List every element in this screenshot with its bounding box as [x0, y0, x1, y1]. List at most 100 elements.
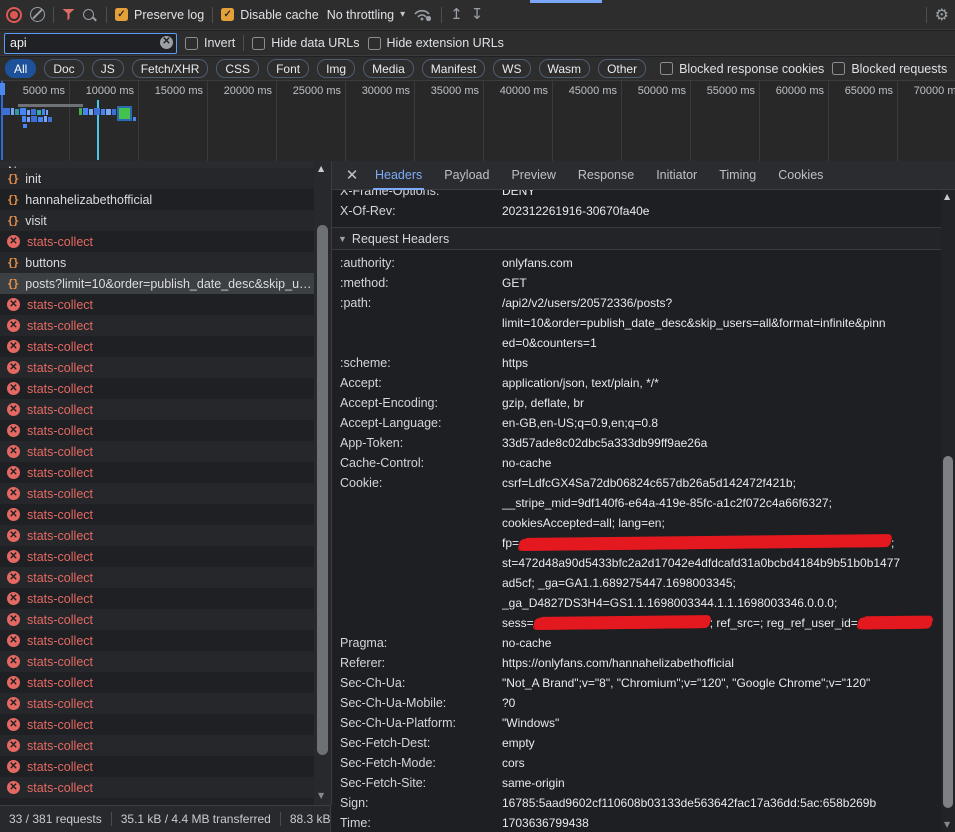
- request-row[interactable]: ✕stats-collect: [0, 315, 315, 336]
- network-overview-timeline[interactable]: 5000 ms10000 ms15000 ms20000 ms25000 ms3…: [0, 81, 955, 162]
- tab-preview[interactable]: Preview: [500, 161, 566, 190]
- record-button[interactable]: [6, 7, 22, 23]
- header-row: :authority:onlyfans.com: [332, 253, 945, 273]
- request-row[interactable]: ✕stats-collect: [0, 336, 315, 357]
- clear-network-log-button[interactable]: [30, 7, 45, 22]
- scroll-down-icon[interactable]: ▼: [318, 791, 324, 800]
- request-row[interactable]: ✕stats-collect: [0, 756, 315, 777]
- header-value-text: sess=: [502, 616, 534, 630]
- tab-timing[interactable]: Timing: [708, 161, 767, 190]
- request-row[interactable]: ✕stats-collect: [0, 357, 315, 378]
- filter-input[interactable]: [4, 33, 177, 54]
- toolbar-divider: [106, 7, 107, 23]
- scroll-down-icon[interactable]: ▼: [944, 820, 950, 829]
- error-icon: ✕: [7, 592, 20, 605]
- throttling-dropdown[interactable]: No throttling ▾: [327, 8, 405, 22]
- scroll-up-icon[interactable]: ▲: [944, 192, 950, 201]
- scroll-up-icon[interactable]: ▲: [318, 164, 324, 173]
- settings-gear-icon[interactable]: ⚙: [935, 7, 949, 23]
- export-har-icon[interactable]: ↧: [471, 7, 484, 22]
- request-row[interactable]: ✕stats-collect: [0, 588, 315, 609]
- json-icon: {}: [7, 193, 18, 206]
- type-filter-media[interactable]: Media: [363, 59, 414, 78]
- type-filter-img[interactable]: Img: [317, 59, 355, 78]
- network-conditions-icon[interactable]: [413, 7, 433, 22]
- tab-response[interactable]: Response: [567, 161, 645, 190]
- request-row[interactable]: ✕stats-collect: [0, 525, 315, 546]
- request-row[interactable]: {}init: [0, 168, 315, 189]
- tab-cookies[interactable]: Cookies: [767, 161, 834, 190]
- request-row[interactable]: {}visit: [0, 210, 315, 231]
- request-row[interactable]: {}posts?limit=10&order=publish_date_desc…: [0, 273, 315, 294]
- close-icon[interactable]: ✕: [340, 166, 364, 184]
- header-name: App-Token:: [332, 433, 502, 453]
- type-filter-css[interactable]: CSS: [216, 59, 259, 78]
- import-har-icon[interactable]: ↥: [450, 7, 463, 22]
- timeline-gridline: [276, 81, 277, 161]
- waterfall-bar: [38, 117, 43, 122]
- request-row[interactable]: ✕stats-collect: [0, 672, 315, 693]
- type-filter-all[interactable]: All: [5, 59, 36, 78]
- request-row[interactable]: {}buttons: [0, 252, 315, 273]
- disable-cache-checkbox[interactable]: ✓ Disable cache: [221, 8, 319, 22]
- request-row[interactable]: ✕stats-collect: [0, 441, 315, 462]
- type-filter-js[interactable]: JS: [92, 59, 124, 78]
- checkbox-blocked-requests[interactable]: Blocked requests: [832, 62, 947, 76]
- request-row[interactable]: ✕stats-collect: [0, 714, 315, 735]
- header-row: X-Frame-Options:DENY: [332, 190, 945, 201]
- request-row[interactable]: ✕stats-collect: [0, 483, 315, 504]
- request-headers-section-header[interactable]: ▼Request Headers: [332, 227, 945, 250]
- request-list-scrollbar[interactable]: ▲ ▼: [314, 161, 331, 805]
- request-row[interactable]: ✕stats-collect: [0, 777, 315, 798]
- filter-icon[interactable]: [62, 9, 75, 21]
- tab-initiator[interactable]: Initiator: [645, 161, 708, 190]
- request-row[interactable]: ✕stats-collect: [0, 546, 315, 567]
- request-row[interactable]: ✕stats-collect: [0, 630, 315, 651]
- request-row[interactable]: ✕stats-collect: [0, 294, 315, 315]
- search-icon[interactable]: [83, 9, 94, 20]
- scrollbar-thumb[interactable]: [943, 456, 953, 808]
- request-row[interactable]: ✕stats-collect: [0, 651, 315, 672]
- type-filter-ws[interactable]: WS: [493, 59, 530, 78]
- type-filter-fetch-xhr[interactable]: Fetch/XHR: [132, 59, 209, 78]
- request-row[interactable]: ✕stats-collect: [0, 378, 315, 399]
- checkbox-blocked-response-cookies[interactable]: Blocked response cookies: [660, 62, 824, 76]
- checkbox-invert[interactable]: Invert: [185, 36, 235, 50]
- request-row[interactable]: ✕stats-collect: [0, 609, 315, 630]
- type-filter-font[interactable]: Font: [267, 59, 309, 78]
- status-segment[interactable]: 33 / 381 requests: [9, 812, 102, 826]
- request-row[interactable]: ✕stats-collect: [0, 567, 315, 588]
- type-filter-doc[interactable]: Doc: [44, 59, 83, 78]
- waterfall-bar: [94, 108, 100, 115]
- request-row[interactable]: ✕stats-collect: [0, 462, 315, 483]
- timeline-tick-label: 65000 ms: [845, 85, 893, 97]
- request-row[interactable]: ✕stats-collect: [0, 693, 315, 714]
- scrollbar-thumb[interactable]: [317, 225, 328, 755]
- tab-payload[interactable]: Payload: [433, 161, 500, 190]
- request-row[interactable]: ✕stats-collect: [0, 399, 315, 420]
- details-scrollbar[interactable]: ▲ ▼: [941, 190, 955, 832]
- type-filter-other[interactable]: Other: [598, 59, 646, 78]
- type-filter-wasm[interactable]: Wasm: [539, 59, 591, 78]
- request-row[interactable]: ✕stats-collect: [0, 735, 315, 756]
- clear-filter-icon[interactable]: ✕: [160, 36, 173, 49]
- filter-checkbox-group: Invert Hide data URLs Hide extension URLs: [185, 35, 504, 51]
- type-filter-manifest[interactable]: Manifest: [422, 59, 485, 78]
- request-row[interactable]: ✕stats-collect: [0, 231, 315, 252]
- status-segment[interactable]: 35.1 kB / 4.4 MB transferred: [121, 812, 271, 826]
- timeline-gridline: [345, 81, 346, 161]
- request-name: stats-collect: [27, 403, 93, 417]
- error-icon: ✕: [7, 424, 20, 437]
- preserve-log-checkbox[interactable]: ✓ Preserve log: [115, 8, 204, 22]
- request-row[interactable]: ✕stats-collect: [0, 420, 315, 441]
- timeline-gridline: [897, 81, 898, 161]
- request-row[interactable]: ✕stats-collect: [0, 504, 315, 525]
- tab-headers[interactable]: Headers: [364, 161, 433, 190]
- status-segment[interactable]: 88.3 kB: [290, 812, 331, 826]
- header-name: Sec-Fetch-Dest:: [332, 733, 502, 753]
- request-type-pills: All Doc JS Fetch/XHR CSS Font Img Media Manifest…: [5, 59, 646, 78]
- header-value-line: no-cache: [502, 633, 945, 653]
- checkbox-hide-extension-urls[interactable]: Hide extension URLs: [368, 36, 504, 50]
- checkbox-hide-data-urls[interactable]: Hide data URLs: [252, 36, 359, 50]
- request-row[interactable]: {}hannahelizabethofficial: [0, 189, 315, 210]
